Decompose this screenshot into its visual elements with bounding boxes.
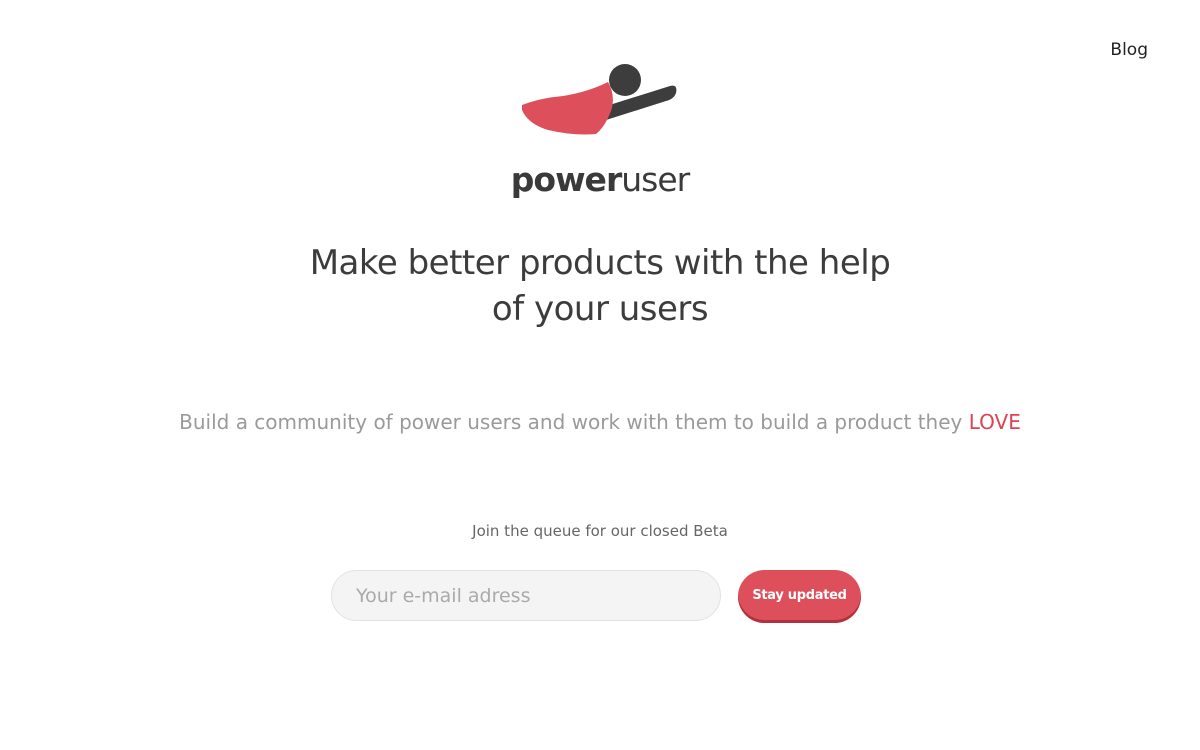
brand-wordmark: poweruser [0, 158, 1200, 202]
hero-subline: Build a community of power users and wor… [0, 408, 1200, 436]
subline-text: Build a community of power users and wor… [179, 410, 969, 434]
stay-updated-button[interactable]: Stay updated [738, 570, 861, 623]
subline-highlight: LOVE [968, 410, 1021, 434]
beta-queue-text: Join the queue for our closed Beta [472, 522, 728, 540]
email-input[interactable] [331, 570, 721, 621]
flying-superhero-cape-logo-icon [522, 64, 677, 135]
headline-line-2: of your users [491, 289, 709, 329]
headline-line-1: Make better products with the help [309, 243, 891, 283]
brand-name-light: user [621, 160, 690, 199]
blog-link[interactable]: Blog [1110, 40, 1148, 60]
landing-page: Blog poweruser Make better products with… [0, 0, 1200, 750]
hero-headline: Make better products with the help of yo… [0, 240, 1200, 332]
brand-name-bold: power [510, 160, 622, 199]
